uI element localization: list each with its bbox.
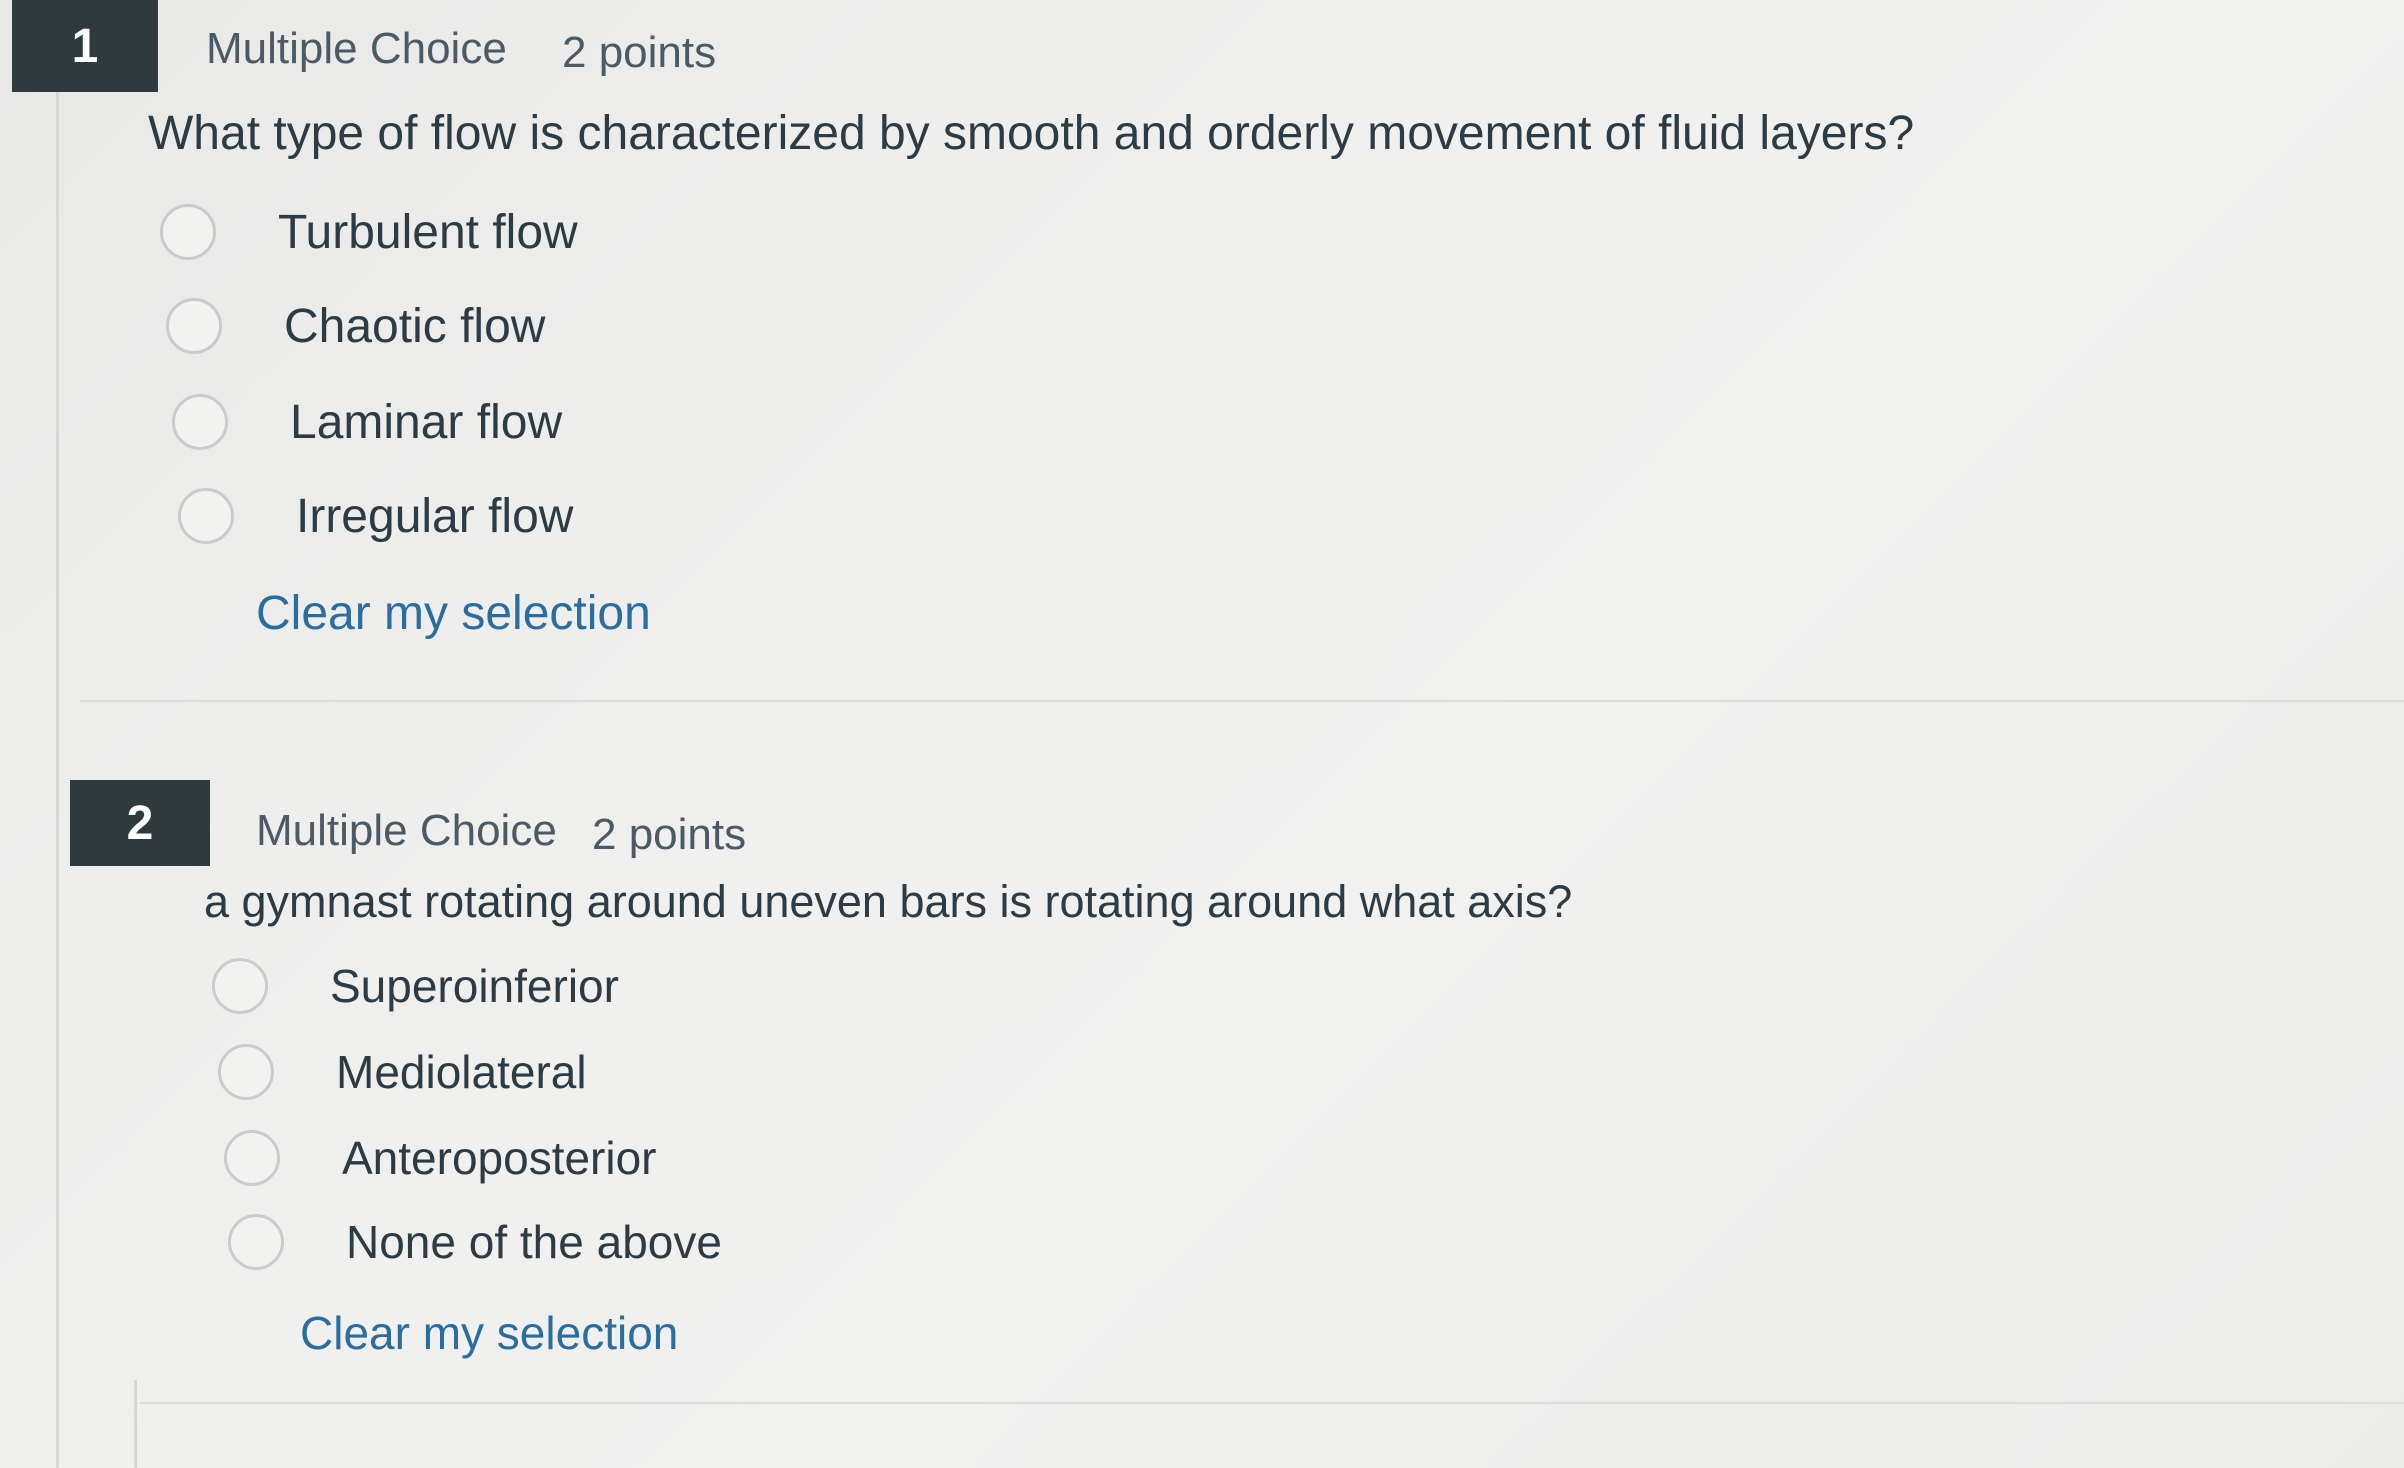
question-divider xyxy=(140,1402,2404,1404)
answer-option-label: Mediolateral xyxy=(336,1046,587,1098)
radio-button[interactable] xyxy=(212,958,268,1014)
question-points: 2 points xyxy=(592,810,747,859)
radio-button[interactable] xyxy=(160,204,216,260)
page-left-border xyxy=(134,1380,137,1468)
answer-option-label: Superoinferior xyxy=(330,960,619,1012)
question-points: 2 points xyxy=(562,28,717,77)
answer-option[interactable]: Irregular flow xyxy=(178,488,573,544)
answer-option-label: Laminar flow xyxy=(290,395,563,449)
answer-option[interactable]: Superoinferior xyxy=(212,958,619,1014)
radio-button[interactable] xyxy=(224,1130,280,1186)
question-type: Multiple Choice xyxy=(256,806,557,855)
answer-option[interactable]: None of the above xyxy=(228,1214,722,1270)
radio-button[interactable] xyxy=(172,394,228,450)
answer-option[interactable]: Anteroposterior xyxy=(224,1130,657,1186)
answer-option[interactable]: Chaotic flow xyxy=(166,298,545,354)
clear-selection-link[interactable]: Clear my selection xyxy=(300,1306,678,1360)
answer-option[interactable]: Mediolateral xyxy=(218,1044,587,1100)
answer-option-label: Turbulent flow xyxy=(278,205,578,259)
answer-option-label: Irregular flow xyxy=(296,489,574,543)
question-text: What type of flow is characterized by sm… xyxy=(148,107,1915,160)
radio-button[interactable] xyxy=(178,488,234,544)
radio-button[interactable] xyxy=(218,1044,274,1100)
question-text: a gymnast rotating around uneven bars is… xyxy=(204,876,1573,927)
question-number-badge: 1 xyxy=(12,0,158,92)
answer-option-label: None of the above xyxy=(346,1216,722,1268)
radio-button[interactable] xyxy=(228,1214,284,1270)
question-divider xyxy=(80,700,2404,702)
question-number-badge: 2 xyxy=(70,780,210,866)
answer-option[interactable]: Turbulent flow xyxy=(160,204,578,260)
answer-option-label: Chaotic flow xyxy=(284,299,546,353)
answer-option[interactable]: Laminar flow xyxy=(172,394,562,450)
question-type: Multiple Choice xyxy=(206,24,507,73)
question-2: 2 Multiple Choice 2 points a gymnast rot… xyxy=(0,780,2404,1420)
clear-selection-link[interactable]: Clear my selection xyxy=(256,586,651,641)
radio-button[interactable] xyxy=(166,298,222,354)
answer-option-label: Anteroposterior xyxy=(342,1132,657,1184)
question-1: 1 Multiple Choice 2 points What type of … xyxy=(0,0,2404,700)
